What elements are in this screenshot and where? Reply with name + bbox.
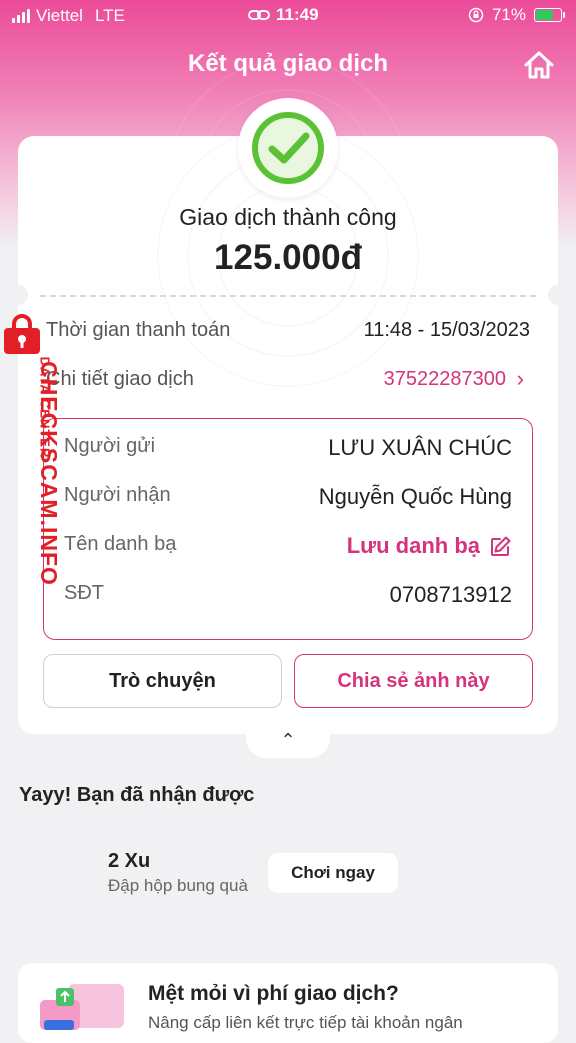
dashed-divider [40, 295, 536, 297]
chevron-up-icon: ⌃ [280, 730, 296, 750]
save-contact-link[interactable]: Lưu danh bạ [347, 533, 480, 559]
transaction-amount: 125.000đ [214, 238, 362, 277]
recipient-info-box: Người gửi LƯU XUÂN CHÚC Người nhận Nguyễ… [43, 418, 533, 640]
chat-button[interactable]: Trò chuyện [43, 654, 282, 708]
page-title: Kết quả giao dịch [187, 50, 388, 77]
watermark-subtext: DATA CENTER [37, 356, 53, 459]
carrier-name: Viettel [36, 6, 83, 25]
check-circle-icon [252, 112, 324, 184]
transaction-detail-label: Chi tiết giao dịch [46, 368, 194, 390]
home-icon[interactable] [522, 50, 556, 80]
edit-icon[interactable] [488, 535, 512, 559]
receiver-value: Nguyễn Quốc Hùng [318, 484, 512, 509]
receiver-label: Người nhận [64, 484, 171, 506]
signal-icon [12, 9, 30, 23]
payment-time-value: 11:48 - 15/03/2023 [363, 319, 530, 341]
chevron-right-icon[interactable]: › [517, 366, 524, 392]
orientation-lock-icon [468, 7, 484, 23]
phone-value: 0708713912 [389, 582, 512, 607]
success-badge [238, 98, 338, 198]
payment-time-label: Thời gian thanh toán [46, 319, 231, 341]
transaction-status: Giao dịch thành công [179, 204, 397, 230]
sender-row: Người gửi LƯU XUÂN CHÚC [64, 435, 512, 465]
watermark-lock-icon [4, 314, 40, 354]
collapse-tab[interactable]: ⌃ [246, 730, 330, 758]
promo-illustration [40, 984, 124, 1030]
clock: 11:49 [276, 5, 319, 24]
link-icon [248, 10, 270, 20]
battery-icon [534, 8, 565, 22]
promo-title: Mệt mỏi vì phí giao dịch? [148, 982, 399, 1005]
promo-subtitle: Nâng cấp liên kết trực tiếp tài khoản ng… [148, 1013, 463, 1032]
sender-value: LƯU XUÂN CHÚC [328, 435, 512, 460]
receiver-row: Người nhận Nguyễn Quốc Hùng [64, 484, 512, 514]
coin-amount: 2 Xu [108, 850, 151, 872]
ticket-notch-right [548, 285, 568, 305]
sender-label: Người gửi [64, 435, 156, 457]
transaction-detail-row[interactable]: Chi tiết giao dịch 37522287300 › [46, 366, 530, 398]
transaction-id[interactable]: 37522287300 [384, 368, 506, 391]
play-now-button[interactable]: Chơi ngay [268, 853, 398, 893]
status-bar: Viettel LTE 11:49 71% [0, 0, 576, 32]
network-type: LTE [94, 6, 125, 25]
contact-label: Tên danh bạ [64, 533, 177, 555]
payment-time-row: Thời gian thanh toán 11:48 - 15/03/2023 [46, 319, 530, 349]
coin-subtitle: Đập hộp bung quà [108, 876, 248, 895]
share-image-button[interactable]: Chia sẻ ảnh này [294, 654, 533, 708]
contact-row[interactable]: Tên danh bạ Lưu danh bạ [64, 533, 512, 563]
phone-row: SĐT 0708713912 [64, 582, 512, 612]
ticket-notch-left [8, 285, 28, 305]
phone-label: SĐT [64, 582, 104, 604]
battery-percent: 71% [491, 5, 526, 24]
reward-title: Yayy! Bạn đã nhận được [19, 784, 255, 806]
